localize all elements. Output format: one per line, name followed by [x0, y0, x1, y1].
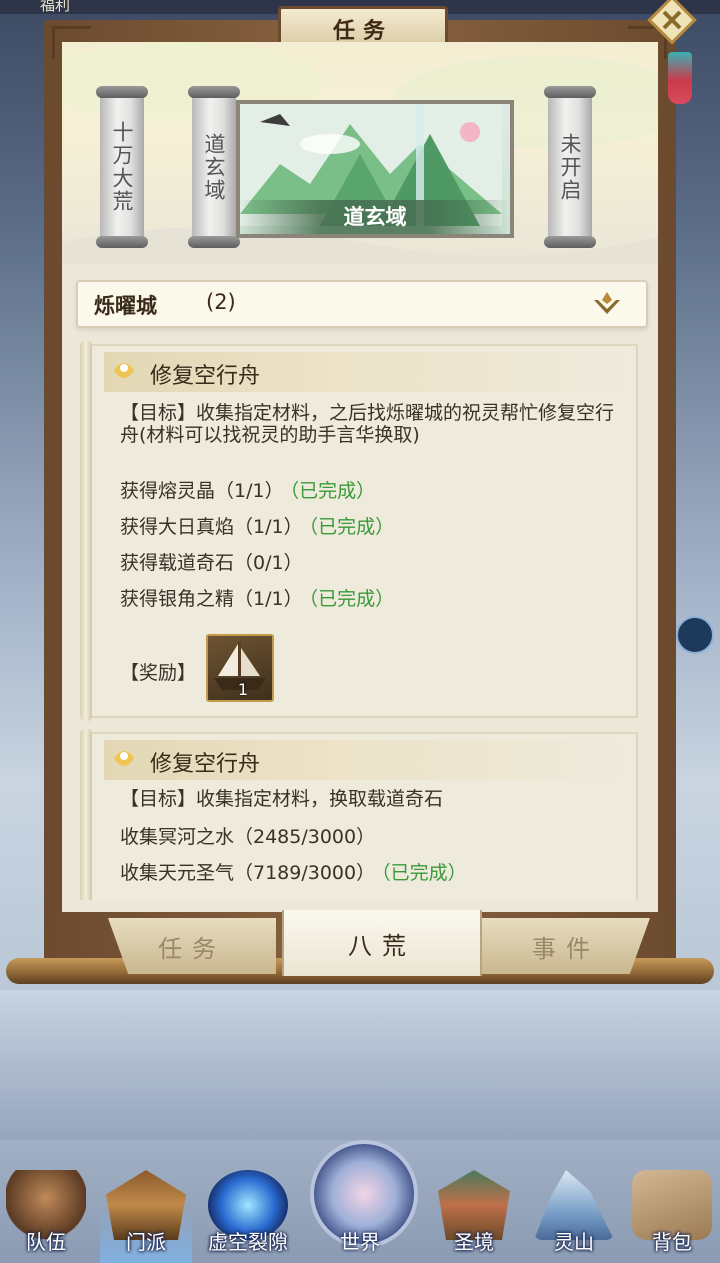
nav-label: 灵山	[554, 1230, 594, 1254]
quest-objective: 获得载道奇石（0/1）	[120, 548, 309, 575]
objective-status: （已完成）	[381, 862, 467, 884]
nav-team[interactable]: 队伍	[0, 1140, 92, 1263]
region-scroll-label: 未开启	[558, 132, 582, 202]
reward-item-airship[interactable]: 1	[206, 634, 274, 702]
scroll-rod-decor	[80, 340, 92, 722]
selected-region-card[interactable]: 道玄域	[236, 100, 514, 238]
region-scroll-label: 道玄域	[202, 132, 226, 202]
objective-status: （已完成）	[308, 516, 395, 538]
objective-text: 获得大日真焰（1/1）	[120, 516, 303, 538]
quest-header: 修复空行舟	[104, 740, 624, 780]
city-dropdown[interactable]: 烁曜城 (2)	[76, 280, 648, 328]
tab-events[interactable]: 事件	[482, 918, 650, 974]
quest-goal: 【目标】收集指定材料，之后找烁曜城的祝灵帮忙修复空行舟(材料可以找祝灵的助手言华…	[120, 402, 615, 446]
objective-text: 收集冥河之水（2485/3000）	[120, 826, 376, 848]
reward-quantity: 1	[237, 680, 248, 699]
quest-objective: 获得银角之精（1/1） （已完成）	[120, 584, 394, 611]
quest-card: 修复空行舟 【目标】收集指定材料，之后找烁曜城的祝灵帮忙修复空行舟(材料可以找祝…	[80, 340, 638, 722]
tassel-ornament	[668, 52, 692, 104]
quest-header: 修复空行舟	[104, 352, 624, 392]
selected-region-name: 道玄域	[240, 200, 510, 234]
chevron-down-icon	[594, 292, 620, 314]
objective-text: 获得熔灵晶（1/1）	[120, 480, 284, 502]
region-scroll-shiwandahuang[interactable]: 十万大荒	[96, 86, 148, 248]
objective-status: （已完成）	[308, 588, 395, 610]
quest-objective: 收集天元圣气（7189/3000） （已完成）	[120, 858, 467, 885]
nav-label: 虚空裂隙	[208, 1230, 288, 1254]
nav-label: 门派	[126, 1230, 166, 1254]
nav-label: 队伍	[26, 1230, 66, 1254]
tab-bahuang[interactable]: 八荒	[282, 910, 482, 976]
quest-card: 修复空行舟 【目标】收集指定材料，换取载道奇石 收集冥河之水（2485/3000…	[80, 728, 638, 900]
nav-holy-realm[interactable]: 圣境	[428, 1140, 520, 1263]
reward-label: 【奖励】	[120, 662, 197, 684]
nav-label: 世界	[340, 1230, 380, 1254]
quest-goal: 【目标】收集指定材料，换取载道奇石	[120, 788, 444, 810]
quest-title: 修复空行舟	[150, 752, 261, 777]
chat-button[interactable]	[676, 616, 714, 654]
city-name: 烁曜城	[94, 293, 157, 318]
nav-label: 圣境	[454, 1230, 494, 1254]
welfare-label[interactable]: 福利	[40, 0, 70, 15]
objective-text: 获得载道奇石（0/1）	[120, 552, 303, 574]
quest-objective: 获得大日真焰（1/1） （已完成）	[120, 512, 394, 539]
nav-backpack[interactable]: 背包	[626, 1140, 718, 1263]
nav-spirit-mountain[interactable]: 灵山	[528, 1140, 620, 1263]
quest-marker-icon	[114, 751, 134, 766]
objective-status: （已完成）	[289, 480, 376, 502]
nav-world[interactable]: 世界	[300, 1140, 420, 1263]
objective-text: 获得银角之精（1/1）	[120, 588, 303, 610]
region-scroll-label: 十万大荒	[110, 121, 134, 213]
region-scroll-daoxuanyu[interactable]: 道玄域	[188, 86, 240, 248]
quest-marker-icon	[114, 363, 134, 378]
nav-label: 背包	[652, 1230, 692, 1254]
background-scenery	[0, 990, 720, 1140]
quest-objective: 收集冥河之水（2485/3000）	[120, 822, 381, 849]
tab-bar: 任务 八荒 事件	[62, 910, 658, 982]
scroll-rod-decor	[80, 728, 92, 900]
region-scroll-locked[interactable]: 未开启	[544, 86, 596, 248]
quest-objective: 获得熔灵晶（1/1） （已完成）	[120, 476, 375, 503]
tab-quests[interactable]: 任务	[108, 918, 276, 974]
city-quest-count: (2)	[206, 290, 236, 314]
objective-text: 收集天元圣气（7189/3000）	[120, 862, 376, 884]
nav-void-rift[interactable]: 虚空裂隙	[196, 1140, 300, 1263]
quest-title: 修复空行舟	[150, 364, 261, 389]
quest-list[interactable]: 修复空行舟 【目标】收集指定材料，之后找烁曜城的祝灵帮忙修复空行舟(材料可以找祝…	[76, 332, 644, 900]
nav-sect[interactable]: 门派	[100, 1140, 192, 1263]
